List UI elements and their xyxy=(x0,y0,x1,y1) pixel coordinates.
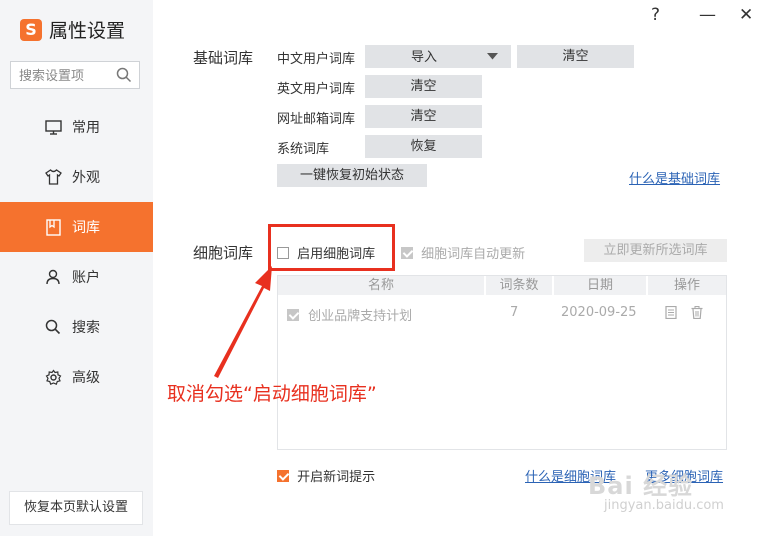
baidu-watermark: Bai 经验 xyxy=(588,472,694,500)
baidu-watermark-url: jingyan.baidu.com xyxy=(604,498,724,513)
annotation-text: 取消勾选“启动细胞词库” xyxy=(167,383,377,405)
annotation-arrow-icon xyxy=(214,266,272,378)
